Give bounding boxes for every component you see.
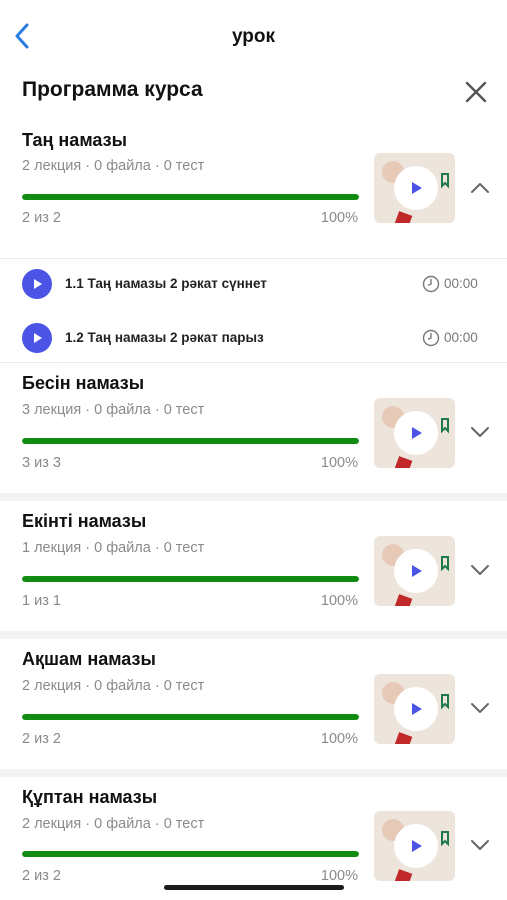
progress-count: 1 из 1 xyxy=(22,593,61,609)
progress-count: 2 из 2 xyxy=(22,731,61,747)
section-meta: 2 лекция · 0 файла · 0 тест xyxy=(22,158,205,174)
lecture-item[interactable]: 1.2 Таң намазы 2 рәкат парыз 00:00 xyxy=(0,317,507,357)
play-icon xyxy=(394,687,438,731)
close-button[interactable] xyxy=(462,78,490,106)
progress-fill xyxy=(22,438,359,444)
progress-count: 3 из 3 xyxy=(22,455,61,471)
section-title: Бесін намазы xyxy=(22,373,145,393)
chevron-up-icon[interactable] xyxy=(468,176,492,200)
progress-fill xyxy=(22,576,359,582)
progress-fill xyxy=(22,851,359,857)
play-icon xyxy=(394,549,438,593)
progress-bar xyxy=(22,438,359,444)
video-thumbnail[interactable] xyxy=(374,398,455,468)
close-icon xyxy=(465,81,487,103)
divider xyxy=(0,631,507,639)
progress-percent: 100% xyxy=(320,731,358,747)
progress-count: 2 из 2 xyxy=(22,868,61,884)
progress-fill xyxy=(22,714,359,720)
divider xyxy=(0,258,507,259)
chevron-down-icon[interactable] xyxy=(468,420,492,444)
section-kuptan-namazy[interactable]: Құптан намазы 2 лекция · 0 файла · 0 тес… xyxy=(0,777,507,900)
chevron-down-icon[interactable] xyxy=(468,558,492,582)
video-thumbnail[interactable] xyxy=(374,153,455,223)
progress-bar xyxy=(22,194,359,200)
tag-icon xyxy=(441,173,449,189)
tag-icon xyxy=(441,694,449,710)
section-besin-namazy[interactable]: Бесін намазы 3 лекция · 0 файла · 0 тест… xyxy=(0,363,507,493)
divider xyxy=(0,493,507,501)
video-thumbnail[interactable] xyxy=(374,674,455,744)
lecture-title: 1.2 Таң намазы 2 рәкат парыз xyxy=(65,330,264,345)
play-icon xyxy=(22,269,52,299)
progress-percent: 100% xyxy=(320,455,358,471)
page-title: урок xyxy=(231,26,276,47)
section-title: Ақшам намазы xyxy=(22,649,156,669)
play-icon xyxy=(394,824,438,868)
section-aksham-namazy[interactable]: Ақшам намазы 2 лекция · 0 файла · 0 тест… xyxy=(0,639,507,769)
course-program-header: Программа курса xyxy=(0,72,507,120)
lecture-duration: 00:00 xyxy=(444,330,478,345)
section-meta: 3 лекция · 0 файла · 0 тест xyxy=(22,402,205,418)
clock-icon xyxy=(422,329,440,347)
section-title: Екінті намазы xyxy=(22,511,147,531)
section-ekinti-namazy[interactable]: Екінті намазы 1 лекция · 0 файла · 0 тес… xyxy=(0,501,507,631)
progress-bar xyxy=(22,576,359,582)
progress-percent: 100% xyxy=(320,868,358,884)
progress-bar xyxy=(22,714,359,720)
sheet-title: Программа курса xyxy=(22,78,203,101)
tag-icon xyxy=(441,556,449,572)
lecture-item[interactable]: 1.1 Таң намазы 2 рәкат сүннет 00:00 xyxy=(0,263,507,303)
progress-fill xyxy=(22,194,359,200)
section-meta: 2 лекция · 0 файла · 0 тест xyxy=(22,678,205,694)
lecture-duration: 00:00 xyxy=(444,276,478,291)
progress-percent: 100% xyxy=(320,210,358,226)
play-icon xyxy=(394,166,438,210)
section-title: Құптан намазы xyxy=(22,787,158,807)
section-meta: 1 лекция · 0 файла · 0 тест xyxy=(22,540,205,556)
chevron-down-icon[interactable] xyxy=(468,833,492,857)
divider xyxy=(0,769,507,777)
chevron-down-icon[interactable] xyxy=(468,696,492,720)
home-indicator xyxy=(164,885,344,890)
play-icon xyxy=(394,411,438,455)
clock-icon xyxy=(422,275,440,293)
video-thumbnail[interactable] xyxy=(374,811,455,881)
nav-bar: урок xyxy=(0,0,507,72)
progress-bar xyxy=(22,851,359,857)
tag-icon xyxy=(441,831,449,847)
section-meta: 2 лекция · 0 файла · 0 тест xyxy=(22,816,205,832)
lecture-title: 1.1 Таң намазы 2 рәкат сүннет xyxy=(65,276,267,291)
tag-icon xyxy=(441,418,449,434)
video-thumbnail[interactable] xyxy=(374,536,455,606)
section-title: Таң намазы xyxy=(22,130,127,150)
section-tan-namazy[interactable]: Таң намазы 2 лекция · 0 файла · 0 тест 2… xyxy=(0,120,507,258)
progress-count: 2 из 2 xyxy=(22,210,61,226)
progress-percent: 100% xyxy=(320,593,358,609)
play-icon xyxy=(22,323,52,353)
